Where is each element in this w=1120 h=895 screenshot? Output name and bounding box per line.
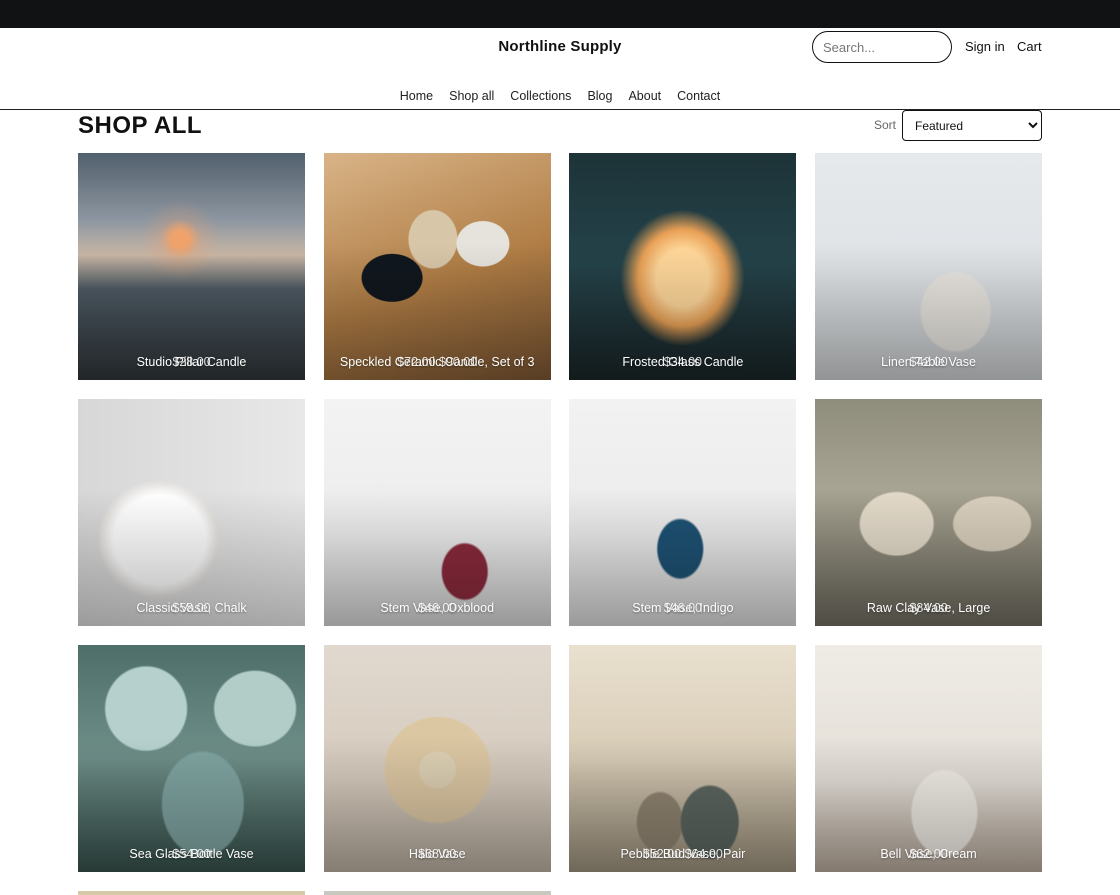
main-nav: Home Shop all Collections Blog About Con… — [0, 89, 1120, 103]
next-row-partial — [78, 891, 551, 895]
product-price: $46.00 — [418, 601, 457, 615]
product-card[interactable]: Stem Vase, Indigo $46.00 — [569, 399, 797, 626]
nav-collections[interactable]: Collections — [510, 89, 571, 103]
site-header: Northline Supply Sign in Cart Home Shop … — [0, 28, 1120, 110]
product-card[interactable]: Bell Vase, Cream $62.00 — [815, 645, 1043, 872]
nav-home[interactable]: Home — [400, 89, 433, 103]
page-title: SHOP ALL — [78, 112, 203, 139]
product-card[interactable]: Speckled Ceramic Candle, Set of 3 $72.00… — [323, 153, 551, 380]
product-price: $72.00 $90.00 — [397, 355, 478, 369]
product-price: $52.00 $64.00 — [642, 847, 723, 861]
search-input[interactable] — [812, 31, 952, 63]
product-price: $58.00 — [172, 601, 211, 615]
sign-in-link[interactable]: Sign in — [965, 39, 1005, 54]
product-grid: Studio Pillar Candle $28.00 Speckled Cer… — [78, 153, 1043, 872]
product-price: $62.00 — [909, 847, 948, 861]
product-image[interactable] — [323, 891, 551, 895]
product-price: $84.00 — [909, 601, 948, 615]
sort-select[interactable]: Featured — [902, 110, 1042, 141]
nav-contact[interactable]: Contact — [677, 89, 720, 103]
product-price: $68.00 — [418, 847, 457, 861]
product-price: $46.00 — [663, 601, 702, 615]
product-card[interactable]: Stem Vase, Oxblood $46.00 — [323, 399, 551, 626]
product-price: $42.00 — [909, 355, 948, 369]
announcement-bar — [0, 0, 1120, 28]
product-price: $34.00 — [663, 355, 702, 369]
product-card[interactable]: Classic Vase, Chalk $58.00 — [78, 399, 305, 626]
nav-about[interactable]: About — [628, 89, 661, 103]
sort-label: Sort — [874, 118, 897, 132]
product-card[interactable]: Raw Clay Vase, Large $84.00 — [815, 399, 1043, 626]
cart-link[interactable]: Cart — [1017, 39, 1042, 54]
brand-logo[interactable]: Northline Supply — [0, 38, 1120, 55]
product-price: $54.00 — [172, 847, 211, 861]
product-card[interactable]: Halo Vase $68.00 — [323, 645, 551, 872]
product-card[interactable]: Linen Table Vase $42.00 — [815, 153, 1043, 380]
product-price: $28.00 — [172, 355, 211, 369]
product-image[interactable] — [78, 891, 305, 895]
nav-blog[interactable]: Blog — [587, 89, 612, 103]
nav-shop-all[interactable]: Shop all — [449, 89, 494, 103]
product-card[interactable]: Pebble Bud Vase, Pair $52.00 $64.00 — [569, 645, 797, 872]
product-card[interactable]: Studio Pillar Candle $28.00 — [78, 153, 305, 380]
product-card[interactable]: Frosted Glass Candle $34.00 — [569, 153, 797, 380]
product-card[interactable]: Sea Glass Bottle Vase $54.00 — [78, 645, 305, 872]
